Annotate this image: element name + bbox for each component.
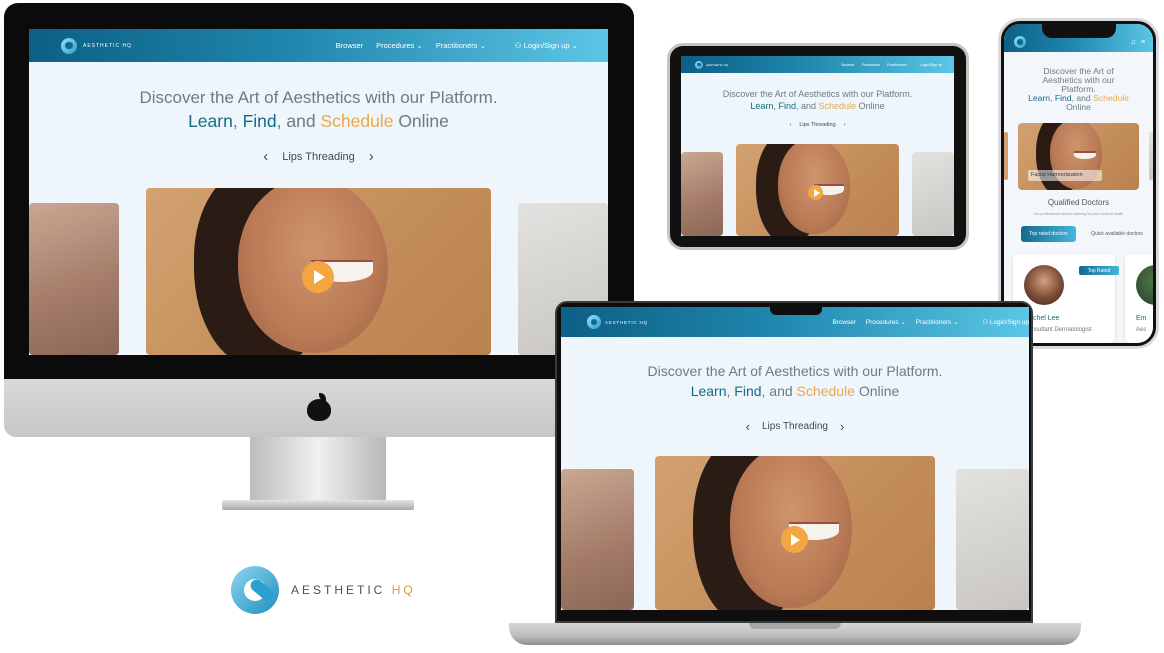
hero-title: Discover the Art of Aesthetics with our …	[139, 88, 498, 132]
chevron-left-icon[interactable]: ‹	[746, 419, 750, 434]
nav-procedures[interactable]: Procedures ⌄	[866, 318, 906, 326]
carousel-prev-image[interactable]	[681, 152, 723, 236]
menu-icon[interactable]: ≡	[1141, 39, 1145, 46]
image-caption: Facial Harmonization	[1028, 170, 1102, 181]
macbook-base	[509, 623, 1081, 645]
chevron-left-icon[interactable]: ‹	[790, 122, 792, 128]
ipad-navbar: AESTHETIC HQ Browser Procedures Practiti…	[681, 56, 954, 73]
play-icon[interactable]	[808, 185, 823, 200]
carousel-prev-image[interactable]	[561, 469, 634, 610]
carousel-label: Lips Threading	[282, 150, 355, 163]
macbook-logo[interactable]: AESTHETIC HQ	[587, 315, 648, 329]
macbook-screen: AESTHETIC HQ Browser Procedures ⌄ Practi…	[561, 307, 1029, 610]
brand-wordmark: AESTHETIC HQ	[291, 583, 416, 597]
chevron-right-icon[interactable]: ›	[369, 148, 374, 165]
logo-icon	[587, 315, 601, 329]
user-icon: ⚇	[982, 319, 989, 326]
carousel-main-image[interactable]	[655, 456, 935, 610]
carousel-main-image[interactable]	[736, 144, 899, 236]
nav-login[interactable]: ⚇ Login/Sign up ⌄	[515, 41, 578, 50]
logo-icon	[61, 37, 77, 54]
imac-logo[interactable]: AESTHETIC HQ	[61, 37, 132, 54]
imac-stand	[250, 437, 386, 503]
doctor-name: Em	[1136, 315, 1147, 322]
phone-hero-title: Discover the Art of Aesthetics with our …	[1028, 66, 1129, 113]
nav-procedures[interactable]: Procedures	[862, 63, 880, 67]
carousel-label: Lips Threading	[762, 421, 828, 432]
imac-screen: AESTHETIC HQ Browser Procedures ⌄ Practi…	[29, 29, 608, 355]
ipad-logo[interactable]: AESTHETIC HQ	[695, 60, 728, 69]
doctor-title: Consultant Dermatologist	[1024, 327, 1092, 333]
nav-procedures[interactable]: Procedures ⌄	[376, 41, 423, 50]
bell-icon[interactable]: ♫	[1131, 39, 1136, 46]
avatar	[1024, 265, 1064, 305]
chevron-right-icon[interactable]: ›	[844, 122, 846, 128]
user-icon: ⚇	[514, 41, 522, 50]
carousel-controls: ‹ Lips Threading ›	[681, 122, 954, 128]
aesthetic-hq-logo-icon	[231, 566, 279, 614]
chevron-right-icon[interactable]: ›	[840, 419, 844, 434]
carousel-next-image[interactable]	[912, 152, 954, 236]
tab-quick-available[interactable]: Quick available doctors	[1082, 226, 1152, 242]
carousel-main-image[interactable]	[146, 188, 491, 355]
nav-practitioners[interactable]: Practitioners	[887, 63, 907, 67]
hero-learn: Learn	[188, 111, 233, 132]
hero-title: Discover the Art of Aesthetics with our …	[647, 363, 943, 399]
section-title: Qualified Doctors	[1047, 198, 1110, 207]
hero-title: Discover the Art of Aesthetics with our …	[722, 89, 913, 111]
phone-screen: ♫ ≡ Discover the Art of Aesthetics with …	[1004, 24, 1153, 343]
doctor-title: Aes	[1136, 327, 1147, 333]
hero-schedule: Schedule	[320, 111, 394, 132]
chevron-left-icon[interactable]: ‹	[263, 148, 268, 165]
apple-logo-icon	[307, 393, 331, 421]
carousel-controls: ‹ Lips Threading ›	[29, 148, 608, 165]
nav-practitioners[interactable]: Practitioners ⌄	[436, 41, 486, 50]
nav-browser[interactable]: Browser	[336, 41, 364, 50]
chevron-down-icon: ⌄	[479, 41, 486, 50]
ipad-screen: AESTHETIC HQ Browser Procedures Practiti…	[681, 56, 954, 236]
logo-icon	[695, 60, 703, 69]
chevron-down-icon: ⌄	[416, 41, 423, 50]
nav-practitioners[interactable]: Practitioners ⌄	[916, 318, 959, 326]
brand-logo: AESTHETIC HQ	[231, 566, 416, 614]
carousel-controls: ‹ Lips Threading ›	[561, 419, 1029, 434]
tab-top-rated[interactable]: Top rated doctors	[1021, 226, 1076, 242]
hero-find: Find	[242, 111, 277, 132]
play-icon[interactable]	[302, 261, 334, 293]
macbook-notch	[770, 303, 822, 315]
carousel-main-image[interactable]: Facial Harmonization	[1018, 123, 1139, 190]
status-badge: Top Rated	[1079, 266, 1119, 275]
chevron-down-icon: ⌄	[571, 41, 578, 50]
imac-foot	[222, 500, 414, 510]
doctor-card[interactable]: Em Aes	[1125, 254, 1153, 343]
logo-icon[interactable]	[1014, 36, 1026, 48]
section-subtitle: Our professional doctors working for you…	[1033, 212, 1124, 216]
logo-text: AESTHETIC HQ	[83, 42, 132, 49]
imac-navbar: AESTHETIC HQ Browser Procedures ⌄ Practi…	[29, 29, 608, 62]
nav-login[interactable]: Login/Sign up	[920, 63, 942, 67]
carousel-prev-image[interactable]	[29, 203, 119, 355]
chevron-down-icon: ⌄	[953, 319, 959, 326]
nav-browser[interactable]: Browser	[841, 63, 854, 67]
chevron-down-icon: ⌄	[900, 319, 906, 326]
nav-browser[interactable]: Browser	[832, 319, 855, 326]
carousel-next-image[interactable]	[956, 469, 1029, 610]
carousel-label: Lips Threading	[799, 122, 836, 128]
phone-notch	[1042, 24, 1116, 38]
nav-login[interactable]: ⚇ Login/Sign up	[982, 318, 1029, 326]
play-icon[interactable]	[781, 526, 808, 553]
